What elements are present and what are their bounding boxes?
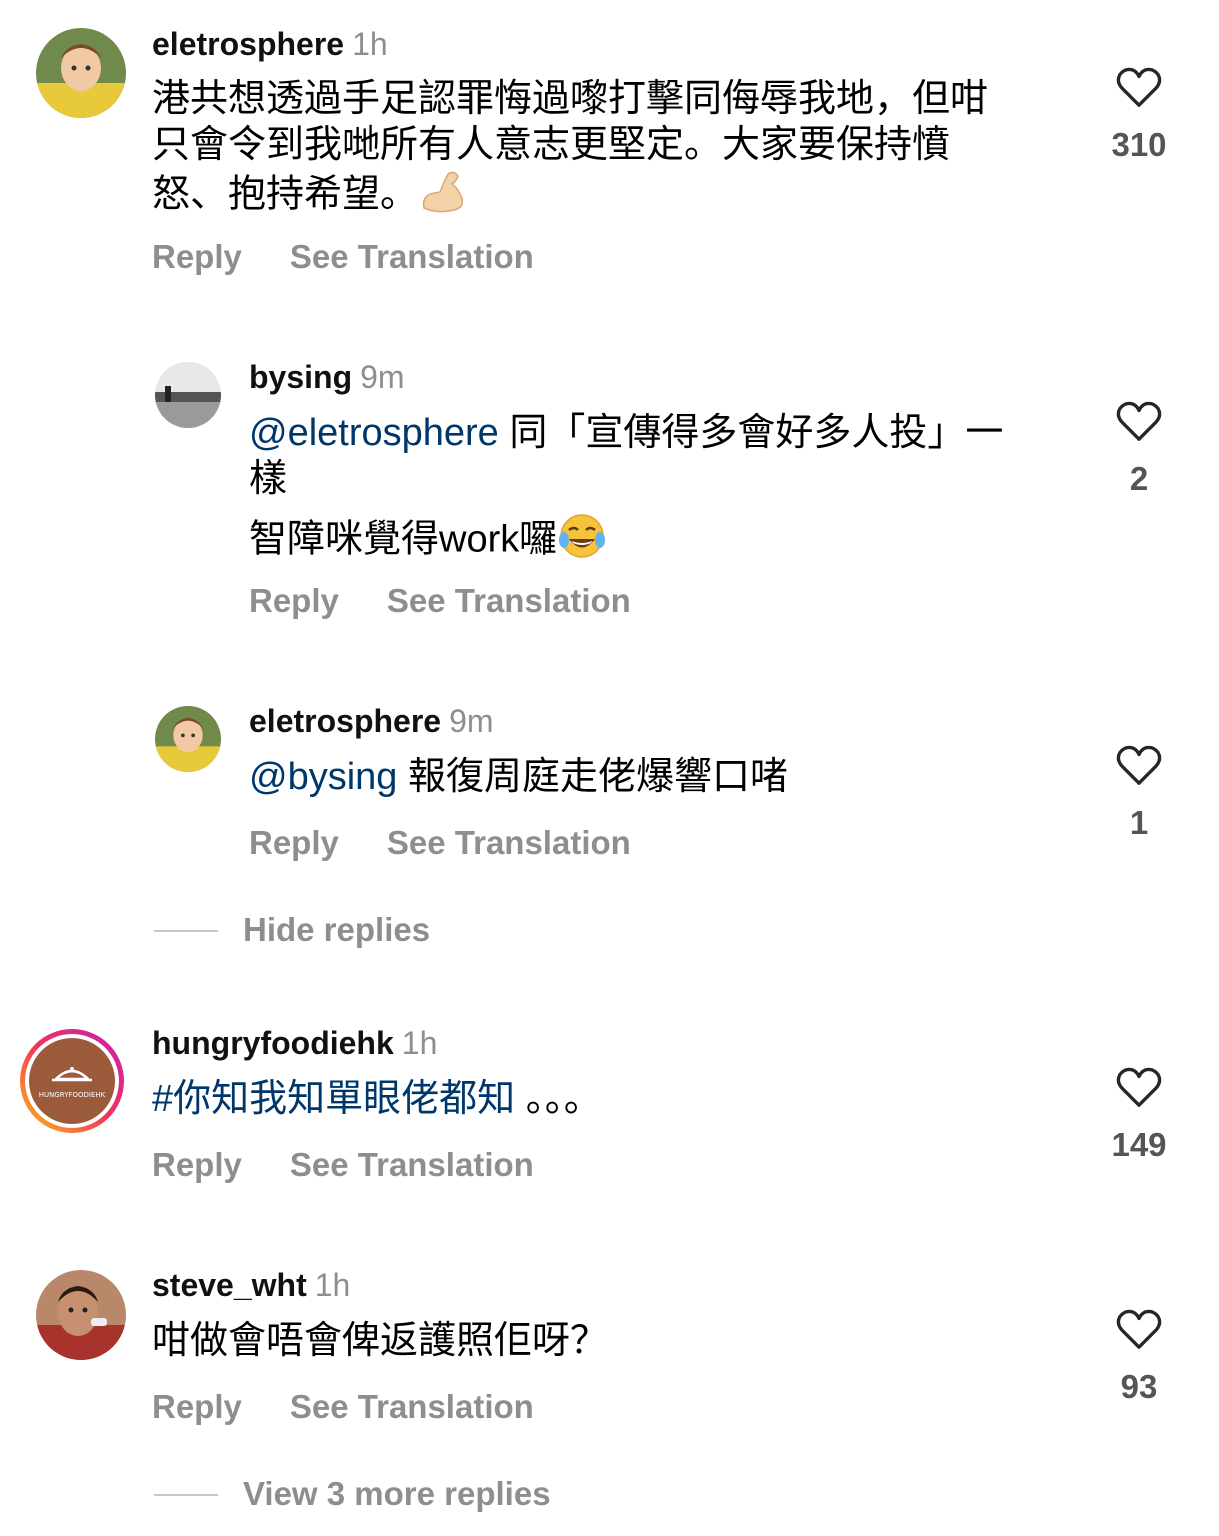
flexed-biceps-emoji	[418, 168, 468, 225]
timestamp: 1h	[314, 1267, 351, 1303]
reply-button[interactable]: Reply	[152, 1388, 242, 1426]
see-translation-button[interactable]: See Translation	[290, 238, 534, 276]
heart-outline-icon[interactable]	[1116, 66, 1162, 108]
reply-button[interactable]: Reply	[249, 824, 339, 862]
like-control: 310	[1079, 66, 1199, 164]
reply-button[interactable]: Reply	[249, 582, 339, 620]
comment-text: #你知我知單眼佬都知 。。。	[152, 1076, 1052, 1122]
username[interactable]: eletrosphere	[249, 703, 441, 739]
view-more-replies-button[interactable]: View 3 more replies	[243, 1475, 551, 1513]
thread-divider	[154, 930, 218, 932]
mention-link[interactable]: @eletrosphere	[249, 412, 499, 454]
comment-line: @eletrosphere 同「宣傳得多會好多人投」一	[249, 410, 1069, 456]
comment-line: @bysing 報復周庭走佬爆響口啫	[249, 754, 1069, 800]
comment-text: 咁做會唔會俾返護照佢呀？	[152, 1318, 1052, 1364]
avatar-logo-text: HUNGRYFOODIEHK	[39, 1091, 106, 1099]
like-count: 2	[1129, 460, 1149, 497]
avatar-image	[36, 28, 126, 118]
comment-line: 只會令到我哋所有人意志更堅定。大家要保持憤	[152, 124, 951, 166]
comment-header: eletrosphere 9m	[249, 703, 494, 740]
like-count: 149	[1111, 1126, 1167, 1163]
comment-line-text: 智障咪覺得work囉	[249, 518, 558, 561]
comment-actions: Reply See Translation	[152, 1388, 534, 1426]
comment-actions: Reply See Translation	[249, 582, 631, 620]
like-control: 93	[1079, 1308, 1199, 1406]
comment-line: #你知我知單眼佬都知 。。。	[152, 1076, 1052, 1122]
avatar-image	[155, 706, 221, 772]
comment-line: 港共想透過手足認罪悔過嚟打擊同侮辱我地，但咁	[152, 78, 989, 120]
username[interactable]: steve_wht	[152, 1267, 307, 1303]
heart-outline-icon[interactable]	[1116, 744, 1162, 786]
see-translation-button[interactable]: See Translation	[290, 1388, 534, 1426]
heart-outline-icon[interactable]	[1116, 1066, 1162, 1108]
avatar-eletrosphere[interactable]	[36, 28, 126, 118]
comment-header: steve_wht 1h	[152, 1267, 350, 1304]
like-control: 1	[1079, 744, 1199, 842]
hide-replies-button[interactable]: Hide replies	[243, 911, 430, 949]
like-count: 93	[1120, 1368, 1158, 1405]
timestamp: 1h	[352, 26, 388, 62]
comment-line: 樣	[249, 458, 288, 500]
like-count: 310	[1111, 126, 1167, 163]
heart-outline-icon[interactable]	[1116, 400, 1162, 442]
timestamp: 9m	[360, 359, 405, 395]
comment-actions: Reply See Translation	[152, 1146, 534, 1184]
see-translation-button[interactable]: See Translation	[387, 582, 631, 620]
comment-header: eletrosphere 1h	[152, 26, 388, 63]
username[interactable]: hungryfoodiehk	[152, 1025, 394, 1061]
avatar-image: HUNGRYFOODIEHK	[20, 1029, 124, 1133]
comment-actions: Reply See Translation	[152, 238, 534, 276]
avatar-bysing[interactable]	[155, 362, 221, 428]
avatar-image	[155, 362, 221, 428]
like-control: 149	[1079, 1066, 1199, 1164]
thread-divider	[154, 1494, 218, 1496]
tears-of-joy-emoji	[557, 512, 607, 571]
reply-button[interactable]: Reply	[152, 238, 242, 276]
comment-line: 咁做會唔會俾返護照佢呀？	[152, 1320, 609, 1362]
avatar-hungryfoodiehk[interactable]: HUNGRYFOODIEHK	[18, 1027, 126, 1135]
like-control: 2	[1079, 400, 1199, 498]
see-translation-button[interactable]: See Translation	[387, 824, 631, 862]
comment-line-text: 。。。	[515, 1078, 602, 1120]
see-translation-button[interactable]: See Translation	[290, 1146, 534, 1184]
comment-line: 怒、抱持希望。	[152, 168, 1052, 225]
avatar-steve_wht[interactable]	[36, 1270, 126, 1360]
comment-actions: Reply See Translation	[249, 824, 631, 862]
comment-line-text: 怒、抱持希望。	[152, 173, 419, 216]
comment-line-text: 同「宣傳得多會好多人投」一	[498, 412, 1004, 454]
comment-header: hungryfoodiehk 1h	[152, 1025, 437, 1062]
comment-line: 智障咪覺得work囉	[249, 512, 1069, 571]
timestamp: 9m	[449, 703, 494, 739]
comment-text: 港共想透過手足認罪悔過嚟打擊同侮辱我地，但咁 只會令到我哋所有人意志更堅定。大家…	[152, 76, 1052, 225]
avatar-eletrosphere[interactable]	[155, 706, 221, 772]
avatar-image	[36, 1270, 126, 1360]
comment-header: bysing 9m	[249, 359, 405, 396]
comment-text: @eletrosphere 同「宣傳得多會好多人投」一 樣 智障咪覺得work囉	[249, 410, 1069, 571]
reply-button[interactable]: Reply	[152, 1146, 242, 1184]
like-count: 1	[1129, 804, 1149, 841]
username[interactable]: eletrosphere	[152, 26, 344, 62]
heart-outline-icon[interactable]	[1116, 1308, 1162, 1350]
mention-link[interactable]: @bysing	[249, 756, 397, 798]
username[interactable]: bysing	[249, 359, 352, 395]
comment-text: @bysing 報復周庭走佬爆響口啫	[249, 754, 1069, 800]
timestamp: 1h	[401, 1025, 438, 1061]
hashtag-link[interactable]: #你知我知單眼佬都知	[152, 1078, 515, 1120]
comment-line-text: 報復周庭走佬爆響口啫	[397, 756, 788, 798]
